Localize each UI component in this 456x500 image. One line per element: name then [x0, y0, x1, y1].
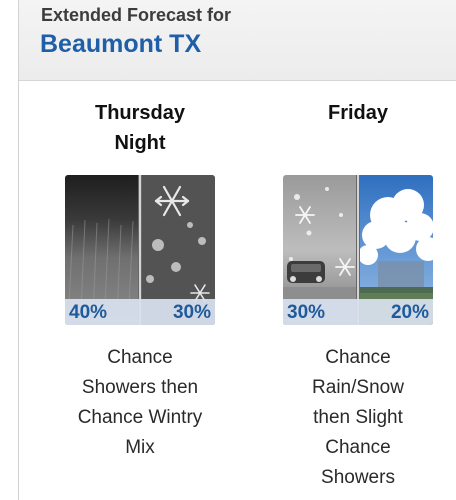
- period-name-line: Friday: [327, 102, 389, 124]
- location-title: Beaumont TX: [40, 30, 202, 58]
- forecast-icon-tile[interactable]: 30% 20%: [283, 175, 433, 325]
- period-name: Thursday Night: [60, 98, 220, 158]
- description-line: Mix: [125, 437, 155, 458]
- forecast-description: Chance Showers then Chance Wintry Mix: [55, 343, 225, 463]
- description-line: Chance: [325, 347, 391, 368]
- forecast-header: Extended Forecast for Beaumont TX: [19, 0, 456, 81]
- header-subtitle: Extended Forecast for: [41, 5, 232, 25]
- precip-chance-left: 30%: [287, 302, 326, 323]
- period-name-line: Night: [114, 132, 166, 154]
- period-name-line: Thursday: [94, 102, 186, 124]
- forecast-panel: Thursday Night 40% 30% Chance Showers th…: [19, 81, 456, 500]
- precip-chance-strip: 30% 20%: [283, 299, 433, 325]
- period-name: Friday: [278, 98, 438, 128]
- description-line: then Slight: [313, 407, 403, 428]
- description-line: Chance Wintry: [77, 407, 203, 428]
- description-line: Showers then: [81, 377, 199, 398]
- forecast-icon-tile[interactable]: 40% 30%: [65, 175, 215, 325]
- precip-chance-left: 40%: [69, 302, 108, 323]
- description-line: Rain/Snow: [312, 377, 404, 398]
- description-line: Chance: [107, 347, 173, 368]
- precip-chance-right: 20%: [390, 302, 429, 323]
- description-line: Showers: [321, 467, 395, 488]
- precip-chance-strip: 40% 30%: [65, 299, 215, 325]
- description-line: Chance: [325, 437, 391, 458]
- precip-chance-right: 30%: [172, 302, 211, 323]
- forecast-description: Chance Rain/Snow then Slight Chance Show…: [273, 343, 443, 493]
